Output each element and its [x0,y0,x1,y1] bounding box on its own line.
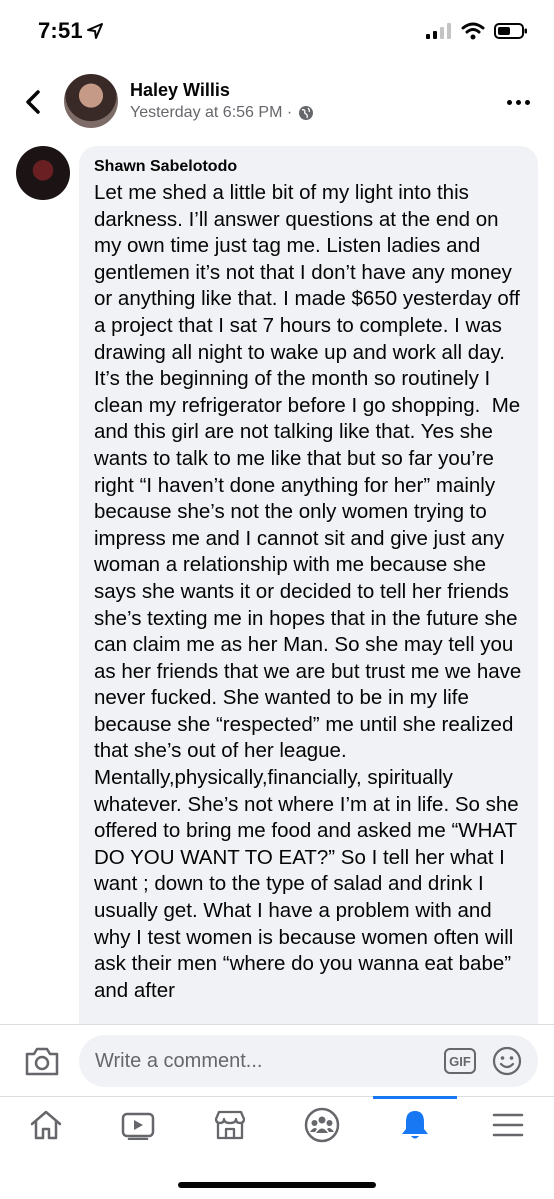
marketplace-icon [214,1110,246,1140]
tab-notifications[interactable] [390,1105,440,1145]
wifi-icon [461,22,485,40]
post-timestamp: Yesterday at 6:56 PM · [130,104,293,121]
watch-icon [121,1112,155,1140]
location-arrow-icon [87,23,103,39]
bottom-nav [0,1096,554,1158]
back-button[interactable] [18,82,48,122]
battery-icon [494,23,527,39]
chevron-left-icon [26,90,40,114]
status-bar: 7:51 [0,0,554,62]
tab-marketplace[interactable] [205,1105,255,1145]
tab-menu[interactable] [483,1105,533,1145]
comment-composer: Write a comment... GIF [0,1024,554,1096]
groups-icon [304,1107,340,1143]
comment-input[interactable]: Write a comment... GIF [79,1035,538,1087]
post-header: Haley Willis Yesterday at 6:56 PM · [0,62,554,142]
more-dot-icon [506,99,512,105]
tab-groups[interactable] [297,1105,347,1145]
home-icon [30,1110,62,1140]
notifications-icon [402,1111,428,1139]
avatar[interactable] [64,74,118,128]
camera-icon[interactable] [24,1045,60,1077]
commenter-avatar[interactable] [16,146,70,200]
comment-bubble: Shawn Sabelotodo Let me shed a little bi… [79,146,538,1066]
home-indicator [178,1182,376,1188]
status-time: 7:51 [38,18,83,43]
tab-home[interactable] [21,1105,71,1145]
menu-icon [492,1113,524,1137]
page-title[interactable]: Haley Willis [130,80,230,101]
more-dot-icon [515,99,521,105]
comment-input-placeholder: Write a comment... [95,1050,263,1072]
emoji-icon[interactable] [492,1046,522,1076]
gif-button[interactable]: GIF [444,1048,476,1074]
more-dot-icon [524,99,530,105]
comment-text: Let me shed a little bit of my light int… [94,181,527,1002]
active-tab-indicator [373,1096,457,1099]
globe-icon [299,106,314,120]
comment-author[interactable]: Shawn Sabelotodo [94,158,237,176]
signal-icon [426,23,451,39]
tab-watch[interactable] [113,1105,163,1145]
more-options-button[interactable] [504,92,532,112]
